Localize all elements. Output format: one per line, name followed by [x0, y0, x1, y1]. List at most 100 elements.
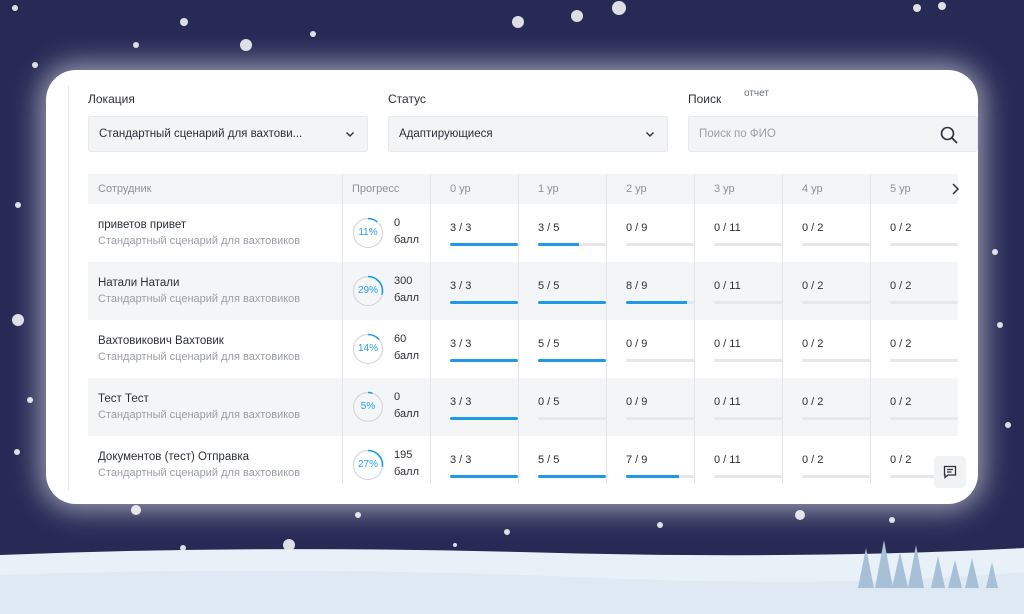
- level-progress-bar: [890, 417, 958, 420]
- level-count: 0 / 5: [538, 396, 560, 408]
- left-divider: [68, 86, 69, 490]
- level-count: 5 / 5: [538, 454, 560, 466]
- level-progress-fill: [538, 243, 579, 246]
- level-count: 0 / 2: [802, 454, 824, 466]
- level-count: 5 / 5: [538, 338, 560, 350]
- header-progress: Прогресс: [352, 183, 400, 195]
- level-count: 0 / 2: [890, 222, 912, 234]
- level-progress-fill: [626, 475, 680, 478]
- score-value: 0: [394, 391, 401, 403]
- table-row[interactable]: Натали Натали Стандартный сценарий для ва…: [88, 262, 958, 320]
- level-count: 0 / 11: [714, 222, 741, 234]
- column-separator: [342, 174, 343, 484]
- level-count: 0 / 11: [714, 280, 741, 292]
- column-separator: [694, 174, 695, 484]
- level-progress-bar: [626, 243, 694, 246]
- location-select-value: Стандартный сценарий для вахтови...: [99, 128, 303, 140]
- chat-button[interactable]: [934, 456, 966, 488]
- level-count: 3 / 3: [450, 396, 472, 408]
- header-level-1: 1 ур: [538, 183, 559, 195]
- search-field: [688, 116, 978, 152]
- level-count: 8 / 9: [626, 280, 648, 292]
- employee-name: Натали Натали: [98, 277, 180, 289]
- level-progress-bar: [450, 243, 518, 246]
- level-progress-bar: [538, 243, 606, 246]
- score-value: 0: [394, 217, 401, 229]
- level-progress-bar: [450, 417, 518, 420]
- level-progress-bar: [890, 301, 958, 304]
- level-progress-bar: [802, 301, 870, 304]
- table-row[interactable]: Вахтовикович Вахтовик Стандартный сценари…: [88, 320, 958, 378]
- level-count: 0 / 2: [890, 280, 912, 292]
- column-separator: [870, 174, 871, 484]
- level-progress-bar: [626, 475, 694, 478]
- employee-name: Документов (тест) Отправка: [98, 451, 250, 463]
- search-icon[interactable]: [939, 125, 959, 145]
- level-progress-bar: [714, 359, 782, 362]
- level-progress-fill: [450, 301, 518, 304]
- level-progress-fill: [538, 475, 606, 478]
- level-progress-bar: [714, 417, 782, 420]
- progress-percent: 27%: [357, 459, 378, 470]
- score-value: 60: [394, 333, 407, 345]
- level-progress-fill: [450, 417, 518, 420]
- location-select[interactable]: Стандартный сценарий для вахтови...: [88, 116, 368, 152]
- score-value: 300: [394, 275, 413, 287]
- level-progress-bar: [538, 301, 606, 304]
- table-row[interactable]: приветов привет Стандартный сценарий для …: [88, 204, 958, 262]
- search-label: Поиск: [688, 92, 722, 106]
- column-separator: [430, 174, 431, 484]
- level-progress-bar: [626, 417, 694, 420]
- header-level-0: 0 ур: [450, 183, 471, 195]
- level-count: 0 / 11: [714, 454, 741, 466]
- score-value: 195: [394, 449, 413, 461]
- location-label: Локация: [88, 92, 135, 106]
- level-count: 0 / 2: [890, 396, 912, 408]
- employee-name: приветов привет: [98, 219, 187, 231]
- table-row[interactable]: Тест Тест Стандартный сценарий для вахтов…: [88, 378, 958, 436]
- score-unit: балл: [394, 408, 420, 420]
- status-select[interactable]: Адаптирующиеся: [388, 116, 668, 152]
- level-progress-bar: [890, 243, 958, 246]
- level-progress-bar: [802, 475, 870, 478]
- level-progress-bar: [538, 475, 606, 478]
- level-count: 0 / 11: [714, 338, 741, 350]
- score-unit: балл: [394, 350, 420, 362]
- progress-percent: 29%: [357, 285, 378, 296]
- search-input[interactable]: [689, 117, 919, 151]
- employee-name: Тест Тест: [98, 393, 149, 405]
- level-progress-fill: [626, 301, 687, 304]
- chevron-down-icon: [346, 132, 354, 137]
- level-progress-bar: [450, 475, 518, 478]
- column-separator: [606, 174, 607, 484]
- progress-percent: 11%: [358, 227, 378, 238]
- level-count: 0 / 9: [626, 222, 648, 234]
- level-count: 0 / 2: [802, 396, 824, 408]
- table-header: Сотрудник Прогресс 0 ур 1 ур 2 ур 3 ур 4 ур 5…: [88, 174, 960, 204]
- level-progress-bar: [714, 475, 782, 478]
- level-progress-bar: [802, 417, 870, 420]
- level-count: 5 / 5: [538, 280, 560, 292]
- level-progress-bar: [802, 243, 870, 246]
- header-employee: Сотрудник: [98, 183, 152, 195]
- level-progress-bar: [538, 417, 606, 420]
- column-separator: [782, 174, 783, 484]
- score-unit: балл: [394, 292, 420, 304]
- level-count: 0 / 9: [626, 396, 648, 408]
- level-count: 0 / 2: [890, 454, 912, 466]
- level-count: 0 / 2: [802, 338, 824, 350]
- level-count: 0 / 2: [802, 222, 824, 234]
- chevron-down-icon: [646, 132, 654, 137]
- table-row[interactable]: Документов (тест) Отправка Стандартный сц…: [88, 436, 958, 494]
- level-progress-bar: [802, 359, 870, 362]
- employee-scenario: Стандартный сценарий для вахтовиков: [98, 409, 301, 421]
- level-count: 0 / 2: [802, 280, 824, 292]
- level-progress-bar: [538, 359, 606, 362]
- header-level-2: 2 ур: [626, 183, 647, 195]
- level-progress-fill: [450, 475, 518, 478]
- level-count: 0 / 2: [890, 338, 912, 350]
- progress-percent: 14%: [357, 343, 378, 354]
- chevron-right-icon[interactable]: [950, 182, 960, 196]
- score-unit: балл: [394, 234, 420, 246]
- status-select-value: Адаптирующиеся: [399, 128, 493, 140]
